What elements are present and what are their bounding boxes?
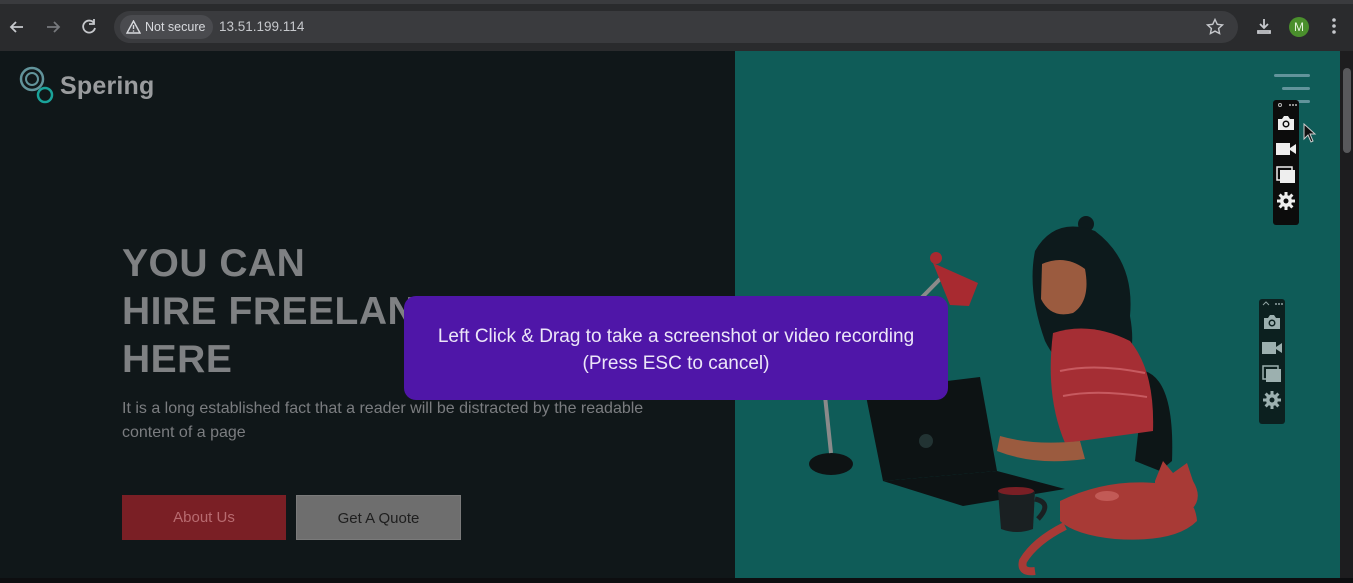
kebab-menu-icon bbox=[1332, 18, 1336, 34]
window-capture-button[interactable] bbox=[1273, 162, 1299, 188]
video-camera-icon bbox=[1262, 342, 1282, 354]
browser-menu-button[interactable] bbox=[1326, 14, 1342, 38]
settings-button[interactable] bbox=[1259, 387, 1285, 413]
capture-instruction-line: Left Click & Drag to take a screenshot o… bbox=[437, 326, 915, 347]
get-a-quote-button[interactable]: Get A Quote bbox=[296, 495, 461, 540]
security-label: Not secure bbox=[145, 20, 206, 34]
scrollbar-thumb[interactable] bbox=[1343, 68, 1351, 153]
reload-icon bbox=[82, 19, 96, 34]
downloads-button[interactable] bbox=[1254, 16, 1274, 36]
back-button[interactable] bbox=[7, 17, 27, 37]
address-bar[interactable]: Not secure 13.51.199.114 bbox=[114, 11, 1238, 43]
video-camera-icon bbox=[1276, 143, 1296, 155]
warning-icon bbox=[126, 20, 141, 34]
capture-cancel-hint: (Press ESC to cancel) bbox=[582, 353, 770, 374]
site-logo[interactable]: Spering bbox=[19, 66, 154, 106]
windows-icon bbox=[1262, 365, 1281, 382]
gear-icon bbox=[1263, 391, 1281, 409]
capture-toolbar-primary bbox=[1273, 100, 1299, 225]
capture-instructions-banner: Left Click & Drag to take a screenshot o… bbox=[404, 296, 948, 400]
about-us-button[interactable]: About Us bbox=[122, 495, 286, 540]
tab-strip-edge bbox=[0, 0, 1353, 4]
url-text[interactable]: 13.51.199.114 bbox=[219, 11, 304, 43]
windows-icon bbox=[1276, 166, 1295, 183]
video-record-button[interactable] bbox=[1273, 136, 1299, 162]
gear-icon bbox=[1277, 192, 1295, 210]
page-scrollbar[interactable] bbox=[1340, 51, 1353, 578]
star-icon bbox=[1205, 17, 1225, 35]
camera-icon bbox=[1278, 116, 1294, 130]
window-capture-button[interactable] bbox=[1259, 361, 1285, 387]
camera-icon bbox=[1264, 315, 1280, 329]
back-arrow-icon bbox=[9, 21, 23, 33]
screenshot-button[interactable] bbox=[1273, 110, 1299, 136]
hero-subtext: It is a long established fact that a rea… bbox=[122, 400, 644, 441]
bookmark-star-button[interactable] bbox=[1205, 11, 1225, 47]
hero-line: YOU CAN bbox=[122, 242, 306, 285]
reload-button[interactable] bbox=[79, 17, 99, 37]
mouse-cursor-icon bbox=[1303, 123, 1317, 143]
profile-avatar[interactable]: M bbox=[1289, 17, 1309, 37]
browser-toolbar: Not secure 13.51.199.114 M bbox=[0, 0, 1353, 51]
screenshot-button[interactable] bbox=[1259, 309, 1285, 335]
toolbar-handle[interactable] bbox=[1259, 299, 1285, 309]
logo-text: Spering bbox=[60, 71, 155, 100]
forward-button[interactable] bbox=[43, 17, 63, 37]
download-icon bbox=[1257, 19, 1271, 34]
forward-arrow-icon bbox=[47, 21, 61, 33]
toolbar-handle[interactable] bbox=[1273, 100, 1299, 110]
video-record-button[interactable] bbox=[1259, 335, 1285, 361]
security-chip[interactable]: Not secure bbox=[120, 15, 214, 39]
capture-toolbar-secondary bbox=[1259, 299, 1285, 424]
logo-rings-icon bbox=[19, 66, 57, 106]
settings-button[interactable] bbox=[1273, 188, 1299, 214]
